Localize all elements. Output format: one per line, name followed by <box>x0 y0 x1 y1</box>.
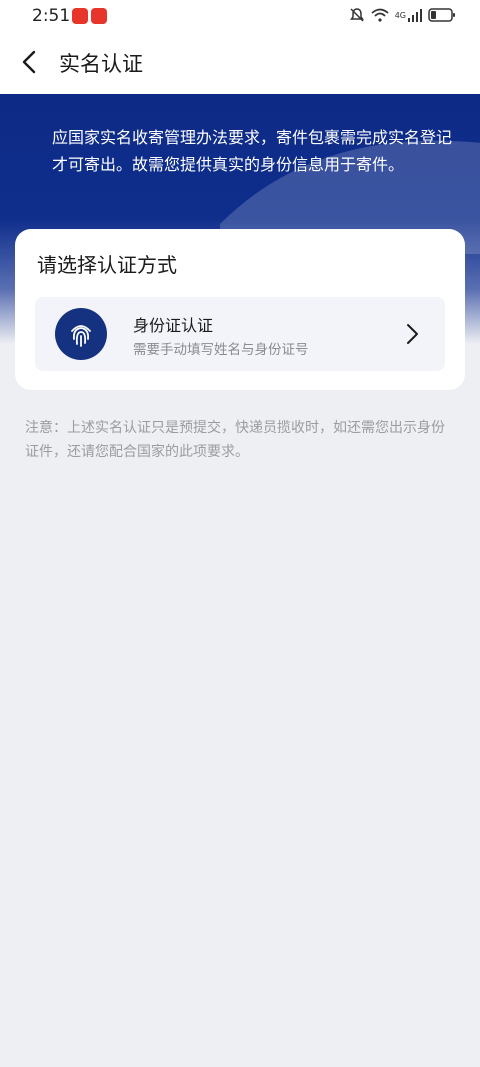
id-card-verification-option[interactable]: 身份证认证 需要手动填写姓名与身份证号 <box>35 297 445 371</box>
status-bar: 2:51 4G <box>0 0 480 32</box>
option-subtitle: 需要手动填写姓名与身份证号 <box>133 342 309 358</box>
page-title: 实名认证 <box>59 52 143 76</box>
battery-icon <box>428 8 455 22</box>
wifi-icon <box>371 8 389 22</box>
banner-text: 应国家实名收寄管理办法要求，寄件包裹需完成实名登记才可寄出。故需您提供真实的身份… <box>52 128 453 174</box>
chevron-left-icon <box>22 50 36 74</box>
notification-app-icon <box>91 8 107 24</box>
status-icons: 4G <box>349 7 456 23</box>
fingerprint-icon <box>71 325 91 347</box>
card-title: 请选择认证方式 <box>37 253 177 277</box>
notification-app-icon <box>72 8 88 24</box>
option-icon-badge <box>55 308 107 360</box>
back-button[interactable] <box>12 44 48 80</box>
notice-text: 注意：上述实名认证只是预提交，快递员揽收时，如还需您出示身份证件，还请您配合国家… <box>25 420 445 460</box>
chevron-right-icon <box>407 324 418 344</box>
network-type-label: 4G <box>394 10 406 20</box>
signal-icon <box>408 8 422 22</box>
app-header: 实名认证 <box>0 32 480 94</box>
status-time: 2:51 <box>32 6 71 26</box>
option-title: 身份证认证 <box>133 316 214 335</box>
verification-method-card: 请选择认证方式 身份证认证 需要手动填写姓名与身份证号 <box>15 229 465 390</box>
mute-bell-icon <box>349 8 364 22</box>
